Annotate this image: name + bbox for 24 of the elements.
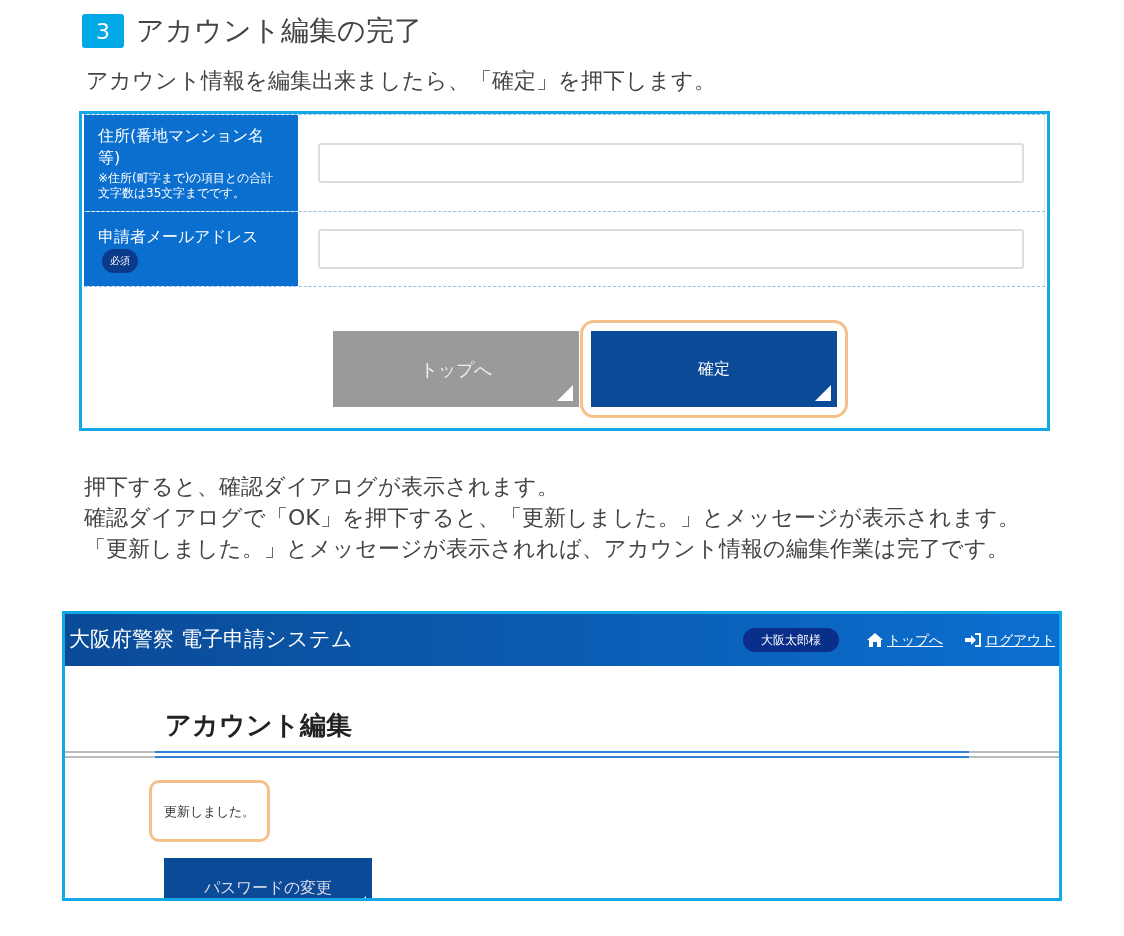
confirm-button[interactable]: 確定 (590, 331, 837, 407)
field-note: ※住所(町字まで)の項目との合計文字数は35文字までです。 (98, 171, 275, 201)
step-number: 3 (82, 14, 124, 48)
explanation-text: 押下すると、確認ダイアログが表示されます。 (84, 473, 560, 501)
corner-triangle-icon (556, 385, 573, 401)
success-message: 更新しました。 (164, 804, 255, 819)
explanation-text: 確認ダイアログで「OK」を押下すると、「更新しました。」とメッセージが表示されます。 (84, 504, 1021, 532)
corner-triangle-icon (814, 385, 831, 401)
sign-in-icon (965, 633, 981, 647)
field-label: 住所(番地マンション名等) (98, 126, 265, 167)
user-name-badge: 大阪太郎様 (743, 628, 839, 652)
logout-link[interactable]: ログアウト (965, 629, 1055, 651)
top-link[interactable]: トップへ (867, 629, 943, 651)
explanation-text: 「更新しました。」とメッセージが表示されれば、アカウント情報の編集作業は完了です。 (84, 535, 1010, 563)
required-badge: 必須 (102, 248, 138, 273)
text-input-field[interactable] (318, 143, 1024, 183)
app-title: 大阪府警察 電子申請システム (69, 626, 354, 654)
text-input-field[interactable] (318, 229, 1024, 269)
change-password-button[interactable]: パスワードの変更 (164, 858, 372, 898)
field-label: 申請者メールアドレス (98, 226, 258, 246)
intro-text: アカウント情報を編集出来ましたら、「確定」を押下します。 (85, 67, 717, 95)
step-title: アカウント編集の完了 (136, 13, 422, 49)
home-icon (867, 633, 883, 647)
page-title: アカウント編集 (165, 709, 353, 742)
